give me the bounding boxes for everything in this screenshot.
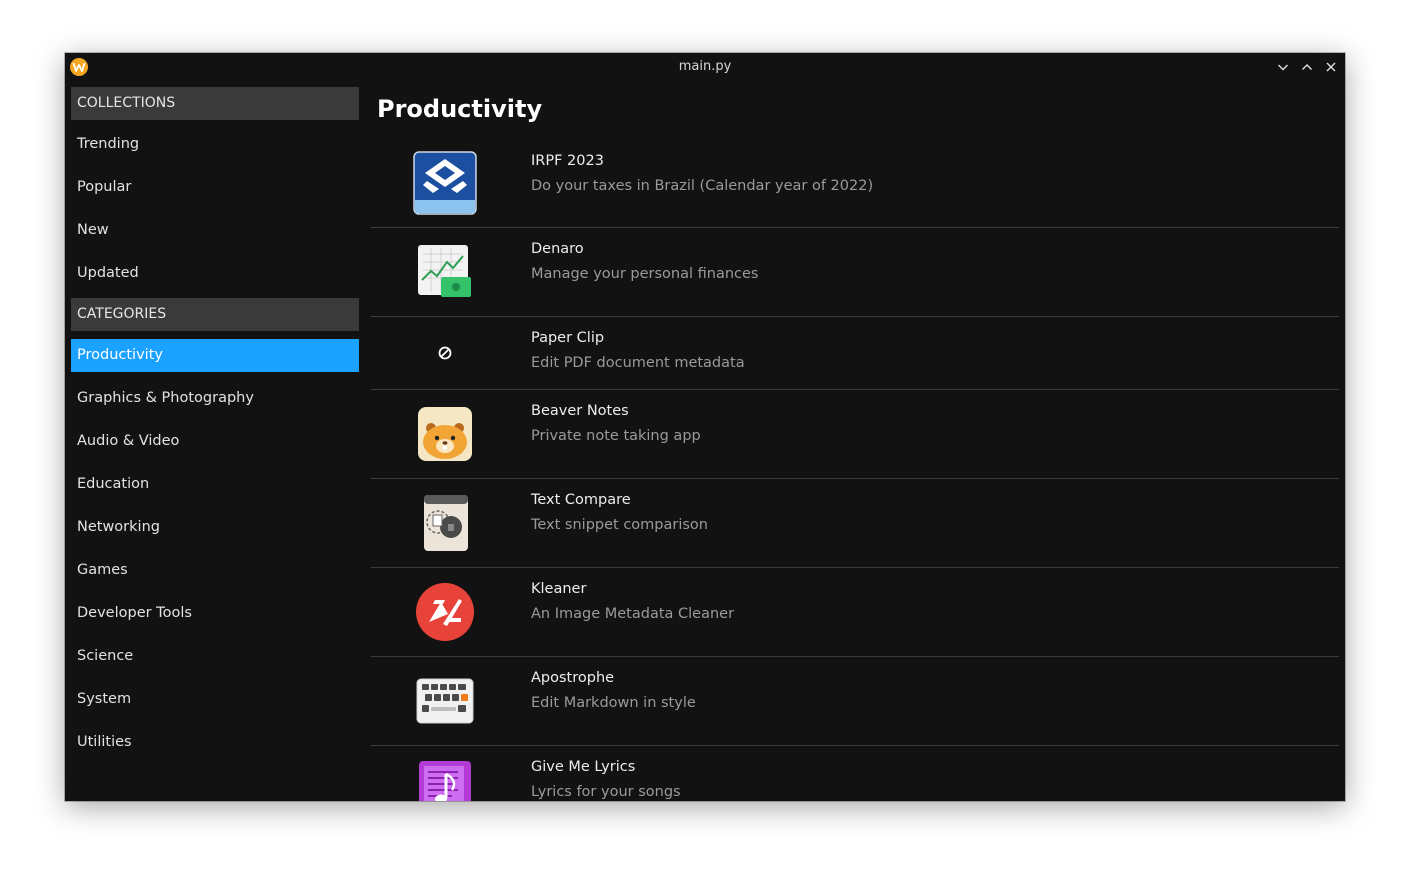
app-name: Beaver Notes (531, 403, 629, 419)
list-item[interactable]: Give Me Lyrics Lyrics for your songs (371, 746, 1339, 801)
sidebar-item-graphics[interactable]: Graphics & Photography (71, 382, 359, 415)
sidebar-item-trending[interactable]: Trending (71, 128, 359, 161)
app-name: Denaro (531, 241, 584, 257)
sidebar-item-utilities[interactable]: Utilities (71, 726, 359, 759)
beaver-icon (413, 402, 477, 466)
app-name: IRPF 2023 (531, 153, 604, 169)
app-name: Text Compare (531, 492, 631, 508)
sidebar-item-audio-video[interactable]: Audio & Video (71, 425, 359, 458)
collections-header: COLLECTIONS (71, 87, 359, 120)
app-name: Apostrophe (531, 670, 615, 686)
list-item[interactable]: Paper Clip Edit PDF document metadata (371, 317, 1339, 390)
denaro-icon (413, 240, 477, 304)
sidebar: COLLECTIONS Trending Popular New Updated… (71, 87, 359, 759)
sidebar-item-popular[interactable]: Popular (71, 171, 359, 204)
sidebar-item-productivity[interactable]: Productivity (71, 339, 359, 372)
sidebar-item-science[interactable]: Science (71, 640, 359, 673)
app-list-panel: Productivity IRPF 2023 Do your taxes in … (371, 53, 1339, 801)
list-item[interactable]: Beaver Notes Private note taking app (371, 390, 1339, 479)
sidebar-item-new[interactable]: New (71, 214, 359, 247)
irpf-icon (413, 151, 477, 215)
app-description: Do your taxes in Brazil (Calendar year o… (531, 178, 874, 194)
sidebar-item-system[interactable]: System (71, 683, 359, 716)
keyboard-icon (413, 669, 477, 733)
app-description: Edit Markdown in style (531, 695, 696, 711)
sidebar-item-developer-tools[interactable]: Developer Tools (71, 597, 359, 630)
sidebar-item-updated[interactable]: Updated (71, 257, 359, 290)
app-name: Give Me Lyrics (531, 759, 636, 775)
app-name: Paper Clip (531, 330, 605, 346)
kleaner-icon (413, 580, 477, 644)
app-description: Edit PDF document metadata (531, 355, 745, 371)
page-title: Productivity (377, 95, 543, 123)
list-item[interactable]: Apostrophe Edit Markdown in style (371, 657, 1339, 746)
list-item[interactable]: Denaro Manage your personal finances (371, 228, 1339, 317)
app-description: Private note taking app (531, 428, 701, 444)
lyrics-icon (413, 758, 477, 801)
list-item[interactable]: Kleaner An Image Metadata Cleaner (371, 568, 1339, 657)
sidebar-item-games[interactable]: Games (71, 554, 359, 587)
app-name: Kleaner (531, 581, 587, 597)
list-item[interactable]: Text Compare Text snippet comparison (371, 479, 1339, 568)
app-description: Manage your personal finances (531, 266, 759, 282)
app-description: Text snippet comparison (531, 517, 708, 533)
categories-header: CATEGORIES (71, 298, 359, 331)
app-window: main.py COLLECTIONS Trending Popular New… (65, 53, 1345, 801)
text-compare-icon (413, 491, 477, 555)
missing-image-icon (413, 321, 477, 385)
list-item[interactable]: IRPF 2023 Do your taxes in Brazil (Calen… (371, 141, 1339, 228)
sidebar-item-networking[interactable]: Networking (71, 511, 359, 544)
sidebar-item-education[interactable]: Education (71, 468, 359, 501)
app-description: An Image Metadata Cleaner (531, 606, 735, 622)
app-description: Lyrics for your songs (531, 784, 681, 800)
